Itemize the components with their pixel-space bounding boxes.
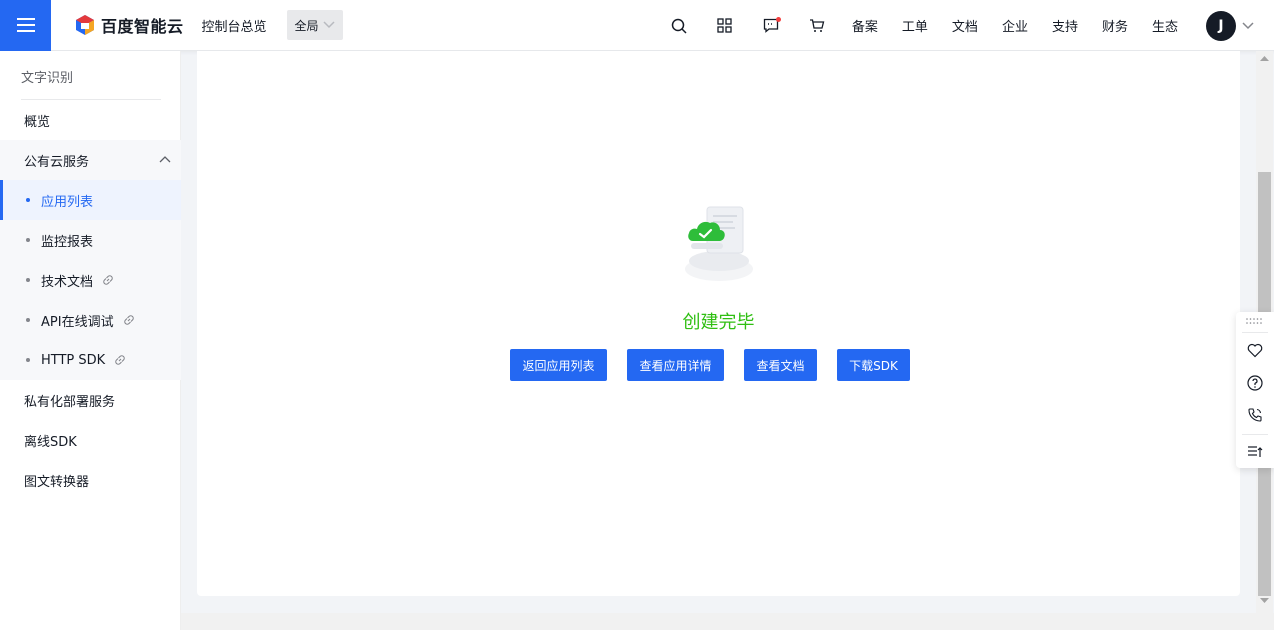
apps-icon <box>717 18 733 33</box>
region-selector[interactable]: 全局 <box>286 10 343 40</box>
sidebar-item-app-list[interactable]: 应用列表 <box>0 180 181 220</box>
menu-button[interactable] <box>0 0 51 51</box>
nav-link-docs[interactable]: 文档 <box>952 16 978 35</box>
nav-link-support[interactable]: 支持 <box>1052 16 1078 35</box>
nav-link-beian[interactable]: 备案 <box>852 16 878 35</box>
scroll-up-icon[interactable] <box>1259 55 1270 62</box>
external-link-icon <box>101 273 115 287</box>
search-icon <box>671 18 687 34</box>
cart-icon <box>809 19 825 32</box>
nav-link-finance[interactable]: 财务 <box>1102 16 1128 35</box>
region-value: 全局 <box>294 18 319 33</box>
drag-handle-icon[interactable] <box>1246 318 1264 324</box>
bullet-icon <box>26 198 30 202</box>
sidebar-item-offline-sdk[interactable]: 离线SDK <box>0 420 181 460</box>
floating-toolbar <box>1236 312 1274 468</box>
top-header: 百度智能云 控制台总览 全局 备案 工单 文档 企业 支持 财务 生态 J <box>0 0 1274 51</box>
list-sort-icon[interactable] <box>1247 445 1263 459</box>
sidebar-item-label: 监控报表 <box>41 234 94 250</box>
chevron-up-icon <box>159 156 171 163</box>
sidebar-item-label: HTTP SDK <box>41 352 106 368</box>
help-icon[interactable] <box>1247 375 1263 391</box>
chevron-down-icon <box>323 21 335 29</box>
sidebar-item-private-deploy[interactable]: 私有化部署服务 <box>0 380 181 420</box>
bullet-icon <box>26 358 30 362</box>
header-right: 备案 工单 文档 企业 支持 财务 生态 J <box>656 0 1254 51</box>
sidebar-item-image-text-converter[interactable]: 图文转换器 <box>0 460 181 500</box>
cart-button[interactable] <box>794 0 840 51</box>
sidebar-item-label: 私有化部署服务 <box>24 394 116 410</box>
notification-dot <box>775 17 781 22</box>
toolbar-divider <box>1242 434 1268 435</box>
scroll-down-icon[interactable] <box>1259 597 1270 604</box>
sidebar-item-api-debug[interactable]: API在线调试 <box>0 300 181 340</box>
brand-name: 百度智能云 <box>101 17 184 36</box>
bullet-icon <box>26 238 30 242</box>
view-docs-button[interactable]: 查看文档 <box>744 349 817 381</box>
heart-icon[interactable] <box>1247 343 1263 358</box>
nav-link-ticket[interactable]: 工单 <box>902 16 928 35</box>
sidebar-item-label: 离线SDK <box>24 434 77 450</box>
bullet-icon <box>26 278 30 282</box>
toolbar-divider <box>1242 332 1268 333</box>
console-overview-link[interactable]: 控制台总览 <box>202 16 267 35</box>
horizontal-scrollbar[interactable] <box>181 613 1274 630</box>
sidebar-item-label: 技术文档 <box>41 274 94 290</box>
creation-complete-text: 创建完毕 <box>682 312 755 333</box>
sidebar-item-public-cloud[interactable]: 公有云服务 <box>0 140 181 180</box>
brand-logo-icon <box>76 15 94 35</box>
download-sdk-button[interactable]: 下载SDK <box>837 349 910 381</box>
sidebar-item-tech-docs[interactable]: 技术文档 <box>0 260 181 300</box>
sidebar-item-label: 图文转换器 <box>24 474 90 490</box>
message-button[interactable] <box>748 0 794 51</box>
nav-link-enterprise[interactable]: 企业 <box>1002 16 1028 35</box>
sidebar-item-monitor-report[interactable]: 监控报表 <box>0 220 181 260</box>
external-link-icon <box>122 313 136 327</box>
view-app-details-button[interactable]: 查看应用详情 <box>627 349 724 381</box>
nav-link-ecosystem[interactable]: 生态 <box>1152 16 1178 35</box>
apps-button[interactable] <box>702 0 748 51</box>
bullet-icon <box>26 318 30 322</box>
back-to-app-list-button[interactable]: 返回应用列表 <box>510 349 607 381</box>
sidebar-title: 文字识别 <box>21 71 74 86</box>
sidebar-item-overview[interactable]: 概览 <box>0 100 181 140</box>
action-buttons: 返回应用列表 查看应用详情 查看文档 下载SDK <box>510 349 910 381</box>
sidebar-item-label: 概览 <box>24 114 51 130</box>
avatar[interactable]: J <box>1206 10 1236 41</box>
sidebar-item-label: 应用列表 <box>41 194 94 210</box>
menu-icon <box>16 18 35 32</box>
sidebar: 文字识别 概览 公有云服务 应用列表 监控报表 技术文档 API在线调试 HTT… <box>0 51 181 630</box>
sidebar-item-label: API在线调试 <box>41 314 114 330</box>
main-content-card: 创建完毕 返回应用列表 查看应用详情 查看文档 下载SDK <box>197 51 1240 596</box>
external-link-icon <box>113 353 127 367</box>
sidebar-item-http-sdk[interactable]: HTTP SDK <box>0 340 181 380</box>
search-button[interactable] <box>656 0 702 51</box>
chevron-down-icon[interactable] <box>1242 21 1254 30</box>
success-illustration <box>683 199 755 287</box>
sidebar-item-label: 公有云服务 <box>24 154 90 170</box>
brand-logo[interactable]: 百度智能云 <box>75 13 184 37</box>
phone-icon[interactable] <box>1247 407 1263 423</box>
